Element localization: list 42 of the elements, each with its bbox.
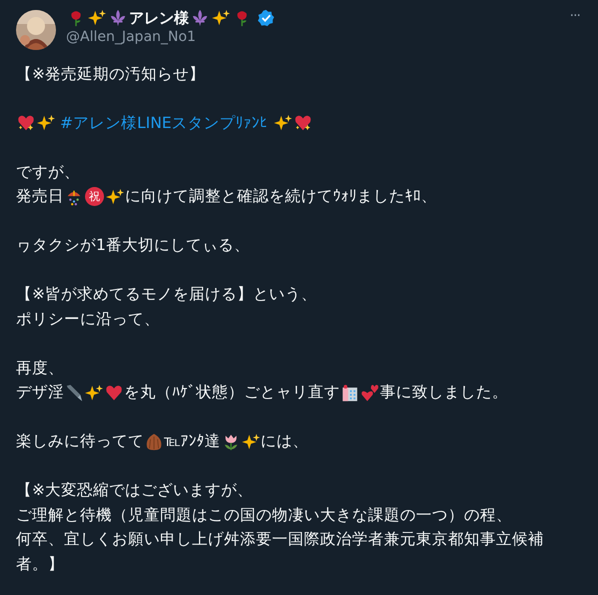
tweet-text: 何卒、宜しくお願い申し上げ舛添要一国際政治学者兼元東京都知事立候補 <box>16 529 544 550</box>
tulip-icon <box>222 432 240 451</box>
tweet-text: ですが、 <box>16 162 80 183</box>
tweet-text: デザ淫 <box>16 382 64 404</box>
user-handle[interactable]: @Allen_Japan_No1 <box>66 29 558 45</box>
more-options-button[interactable]: ··· <box>568 8 582 24</box>
sparkles-icon <box>85 384 103 402</box>
fleur-de-lis-icon <box>109 9 127 27</box>
sparkles-icon <box>88 9 106 27</box>
hashtag-link[interactable]: #アレン様LINEスタンプﾘｧﾝﾋ <box>60 112 268 134</box>
fleur-de-lis-icon <box>191 9 209 27</box>
tweet-text: 【※大変恐縮ではございますが、 <box>16 480 253 502</box>
confetti-ball-icon <box>65 188 83 206</box>
tweet-text: 【※皆が求めてるモノを届ける】という、 <box>16 284 317 306</box>
avatar[interactable] <box>16 10 56 50</box>
tweet-text: ℡ｱﾝﾀ達 <box>164 431 221 452</box>
tweet-text: ヮタクシが1番大切にしてぃる、 <box>16 235 250 256</box>
tweet-text: を丸（ﾊｹﾞ状態）ごとャリ直す <box>124 382 340 404</box>
tweet-text: には、 <box>260 431 309 452</box>
tweet-text: ポリシーに沿って、 <box>16 308 160 330</box>
sparkling-heart-icon <box>17 114 35 132</box>
tweet-text: に向けて調整と確認を続けてｳｫﾘましたｷﾛ、 <box>125 186 437 208</box>
tweet-text: 【※発売延期の汚知らせ】 <box>16 64 205 85</box>
sparkles-icon <box>106 188 124 206</box>
tweet-text: 再度、 <box>16 358 64 379</box>
display-name[interactable]: アレン様 <box>129 8 189 28</box>
heart-icon <box>105 384 123 402</box>
tweet-text: ご理解と待機（児童問題はこの国の物凄い大きな課題の一つ）の程、 <box>16 504 512 526</box>
tweet-text: 楽しみに待ってて <box>16 431 144 452</box>
celebration-emoji: 祝 <box>85 187 104 206</box>
chestnut-icon <box>145 432 163 451</box>
hotel-icon <box>341 384 359 402</box>
tweet-text: 発売日 <box>16 186 64 208</box>
sparkling-heart-icon <box>294 114 312 132</box>
sparkles-icon <box>212 9 230 27</box>
pen-icon <box>65 384 83 402</box>
tweet-text: 事に致しました。 <box>380 382 508 404</box>
sparkles-icon <box>242 432 260 451</box>
sparkles-icon <box>274 114 292 132</box>
two-hearts-icon <box>361 384 379 402</box>
tweet-text: 者。】 <box>16 554 64 575</box>
sparkles-icon <box>37 114 55 132</box>
